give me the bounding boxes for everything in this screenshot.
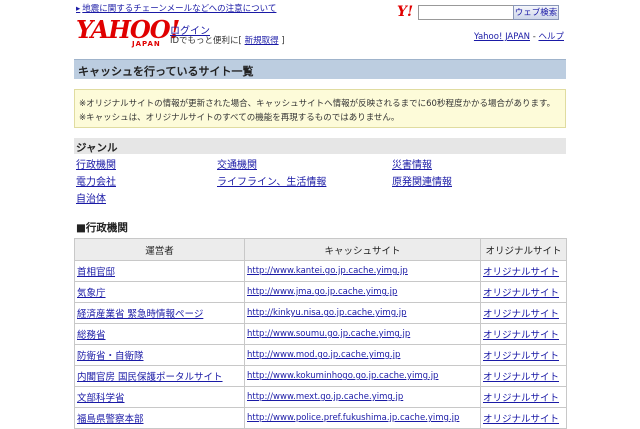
table-cell: http://www.kokuminhogo.go.jp.cache.yimg.… bbox=[244, 365, 481, 387]
yahoo-search-logo-icon: Y! bbox=[397, 4, 414, 20]
table-cell: 福島県警察本部 bbox=[74, 407, 245, 429]
operator-link[interactable]: 福島県警察本部 bbox=[77, 414, 144, 425]
id-promo-text: IDでもっと便利に[ bbox=[170, 36, 242, 46]
table-cell: オリジナルサイト bbox=[480, 407, 567, 429]
table-cell: http://www.jma.go.jp.cache.yimg.jp bbox=[244, 281, 481, 303]
table-cell: 気象庁 bbox=[74, 281, 245, 303]
cache-site-link[interactable]: http://www.soumu.go.jp.cache.yimg.jp bbox=[247, 329, 410, 339]
cache-site-link[interactable]: http://www.police.pref.fukushima.jp.cach… bbox=[247, 413, 459, 423]
operator-link[interactable]: 経済産業省 緊急時情報ページ bbox=[77, 309, 203, 320]
genre-link[interactable]: 原発関連情報 bbox=[392, 173, 452, 188]
top-notice-link[interactable]: ▸ 地震に関するチェーンメールなどへの注意について bbox=[76, 2, 276, 14]
original-site-link[interactable]: オリジナルサイト bbox=[483, 309, 559, 320]
table-row: 総務省 http://www.soumu.go.jp.cache.yimg.jp オ… bbox=[74, 323, 567, 345]
original-site-link[interactable]: オリジナルサイト bbox=[483, 393, 559, 404]
operator-link[interactable]: 文部科学省 bbox=[77, 393, 125, 404]
original-site-link[interactable]: オリジナルサイト bbox=[483, 372, 559, 383]
operator-link[interactable]: 内閣官房 国民保護ポータルサイト bbox=[77, 372, 223, 383]
table-cell: http://www.kantei.go.jp.cache.yimg.jp bbox=[244, 260, 481, 282]
table-row: 首相官邸 http://www.kantei.go.jp.cache.yimg.j… bbox=[74, 260, 567, 282]
genre-link[interactable]: 行政機関 bbox=[76, 156, 116, 171]
table-cell: http://www.mod.go.jp.cache.yimg.jp bbox=[244, 344, 481, 366]
web-search-button[interactable]: ウェブ検索 bbox=[513, 5, 559, 20]
page-title: キャッシュを行っているサイト一覧 bbox=[78, 65, 254, 78]
genre-heading: ジャンル bbox=[76, 142, 118, 154]
table-cell: 首相官邸 bbox=[74, 260, 245, 282]
cache-site-link[interactable]: http://www.mext.go.jp.cache.yimg.jp bbox=[247, 392, 403, 402]
table-cell: http://www.police.pref.fukushima.jp.cach… bbox=[244, 407, 481, 429]
original-site-link[interactable]: オリジナルサイト bbox=[483, 267, 559, 278]
table-cell: http://kinkyu.nisa.go.jp.cache.yimg.jp bbox=[244, 302, 481, 324]
notice-box: ※オリジナルサイトの情報が更新された場合、キャッシュサイトへ情報が反映されるまで… bbox=[74, 89, 566, 128]
site-table: 運営者 キャッシュサイト オリジナルサイト 首相官邸 http://www.kan… bbox=[74, 238, 567, 429]
table-cell: オリジナルサイト bbox=[480, 281, 567, 303]
genre-link[interactable]: 電力会社 bbox=[76, 173, 116, 188]
cache-site-link[interactable]: http://www.mod.go.jp.cache.yimg.jp bbox=[247, 350, 400, 360]
table-cell: オリジナルサイト bbox=[480, 323, 567, 345]
original-site-link[interactable]: オリジナルサイト bbox=[483, 288, 559, 299]
search-input[interactable] bbox=[418, 5, 516, 20]
cache-site-link[interactable]: http://www.jma.go.jp.cache.yimg.jp bbox=[247, 287, 397, 297]
yahoo-logo-sub: JAPAN bbox=[132, 40, 161, 48]
yahoo-japan-link[interactable]: Yahoo! JAPAN bbox=[474, 32, 530, 42]
column-header: キャッシュサイト bbox=[244, 238, 481, 261]
section-title: ■行政機関 bbox=[76, 222, 128, 234]
genre-link[interactable]: 自治体 bbox=[76, 190, 106, 205]
table-cell: 文部科学省 bbox=[74, 386, 245, 408]
table-cell: オリジナルサイト bbox=[480, 302, 567, 324]
table-cell: http://www.mext.go.jp.cache.yimg.jp bbox=[244, 386, 481, 408]
table-row: 福島県警察本部 http://www.police.pref.fukushima.… bbox=[74, 407, 567, 429]
cache-site-link[interactable]: http://kinkyu.nisa.go.jp.cache.yimg.jp bbox=[247, 308, 407, 318]
cache-site-link[interactable]: http://www.kantei.go.jp.cache.yimg.jp bbox=[247, 266, 408, 276]
notice-line: ※オリジナルサイトの情報が更新された場合、キャッシュサイトへ情報が反映されるまで… bbox=[79, 99, 556, 109]
id-promo: IDでもっと便利に[ 新規取得 ] bbox=[170, 34, 285, 46]
operator-link[interactable]: 総務省 bbox=[77, 330, 106, 341]
table-cell: 総務省 bbox=[74, 323, 245, 345]
table-cell: http://www.soumu.go.jp.cache.yimg.jp bbox=[244, 323, 481, 345]
table-row: 内閣官房 国民保護ポータルサイト http://www.kokuminhogo.g… bbox=[74, 365, 567, 387]
table-cell: 防衛省・自衛隊 bbox=[74, 344, 245, 366]
original-site-link[interactable]: オリジナルサイト bbox=[483, 414, 559, 425]
genre-link[interactable]: 災害情報 bbox=[392, 156, 432, 171]
top-notice-text: 地震に関するチェーンメールなどへの注意について bbox=[82, 4, 277, 14]
top-links: Yahoo! JAPAN - ヘルプ bbox=[474, 30, 564, 42]
notice-line: ※キャッシュは、オリジナルサイトのすべての機能を再現するものではありません。 bbox=[79, 113, 400, 123]
id-promo-close: ] bbox=[281, 36, 285, 46]
column-header: オリジナルサイト bbox=[480, 238, 567, 261]
cache-site-link[interactable]: http://www.kokuminhogo.go.jp.cache.yimg.… bbox=[247, 371, 438, 381]
genre-link[interactable]: 交通機関 bbox=[217, 156, 257, 171]
table-cell: オリジナルサイト bbox=[480, 260, 567, 282]
operator-link[interactable]: 首相官邸 bbox=[77, 267, 115, 278]
yahoo-logo[interactable]: YAHOO! JAPAN bbox=[76, 15, 180, 50]
column-header: 運営者 bbox=[74, 238, 245, 261]
table-cell: 経済産業省 緊急時情報ページ bbox=[74, 302, 245, 324]
yahoo-logo-text: YAHOO! bbox=[76, 15, 180, 44]
operator-link[interactable]: 気象庁 bbox=[77, 288, 106, 299]
genre-link[interactable]: ライフライン、生活情報 bbox=[217, 173, 326, 188]
genre-heading-bar: ジャンル bbox=[74, 138, 566, 154]
table-row: 気象庁 http://www.jma.go.jp.cache.yimg.jp オリジ… bbox=[74, 281, 567, 303]
table-cell: オリジナルサイト bbox=[480, 386, 567, 408]
help-link[interactable]: ヘルプ bbox=[538, 32, 564, 42]
page-title-bar: キャッシュを行っているサイト一覧 bbox=[74, 59, 566, 79]
register-link[interactable]: 新規取得 bbox=[245, 36, 279, 46]
table-row: 防衛省・自衛隊 http://www.mod.go.jp.cache.yimg.j… bbox=[74, 344, 567, 366]
table-cell: オリジナルサイト bbox=[480, 344, 567, 366]
table-header-row: 運営者 キャッシュサイト オリジナルサイト bbox=[74, 238, 567, 261]
table-cell: 内閣官房 国民保護ポータルサイト bbox=[74, 365, 245, 387]
table-row: 経済産業省 緊急時情報ページ http://kinkyu.nisa.go.jp.c… bbox=[74, 302, 567, 324]
table-cell: オリジナルサイト bbox=[480, 365, 567, 387]
original-site-link[interactable]: オリジナルサイト bbox=[483, 351, 559, 362]
bullet-icon: ▸ bbox=[76, 4, 81, 14]
table-row: 文部科学省 http://www.mext.go.jp.cache.yimg.jp… bbox=[74, 386, 567, 408]
original-site-link[interactable]: オリジナルサイト bbox=[483, 330, 559, 341]
operator-link[interactable]: 防衛省・自衛隊 bbox=[77, 351, 144, 362]
